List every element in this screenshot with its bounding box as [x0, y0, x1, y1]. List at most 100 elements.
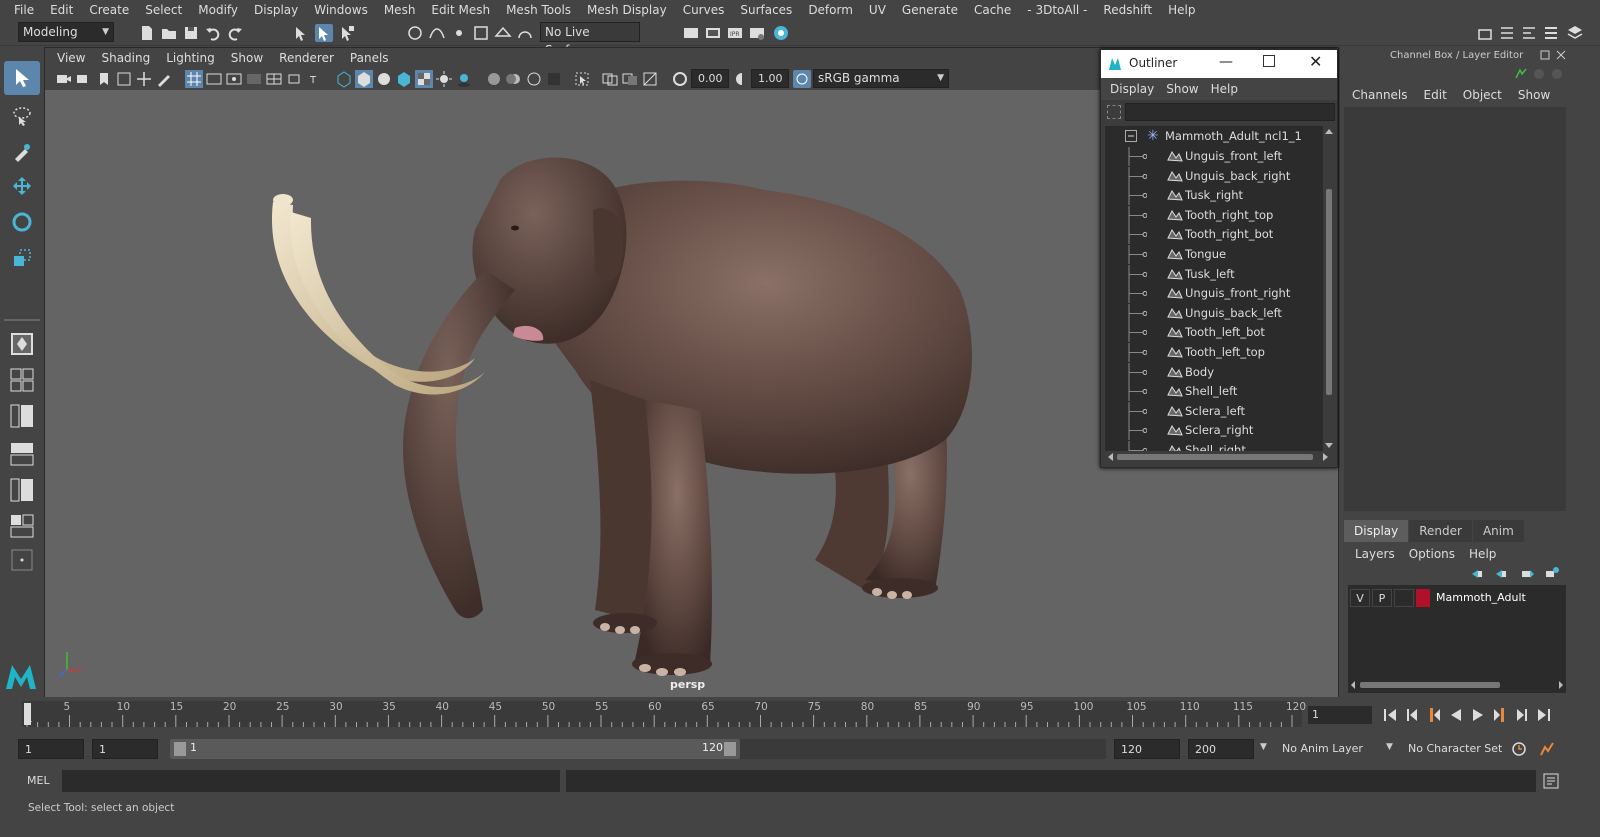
step-forward-frame-icon[interactable] [1512, 705, 1532, 725]
range-end-handle[interactable] [724, 742, 736, 756]
exposure-icon[interactable] [671, 70, 689, 88]
layer-row[interactable]: V P Mammoth_Adult [1348, 589, 1566, 607]
layer-name[interactable]: Mammoth_Adult [1432, 589, 1562, 607]
hypershade-icon[interactable] [772, 24, 790, 42]
wireframe-on-shaded-icon[interactable] [395, 70, 413, 88]
resolution-gate-icon[interactable] [225, 70, 243, 88]
go-to-end-icon[interactable] [1534, 705, 1554, 725]
film-gate-icon[interactable] [205, 70, 223, 88]
channel-box-menu-show[interactable]: Show [1510, 85, 1558, 105]
more-layouts-icon[interactable] [4, 543, 40, 577]
anim-layer-dropdown[interactable]: No Anim Layer [1276, 739, 1382, 759]
snap-grid-icon[interactable] [406, 24, 424, 42]
persp-uv-layout-icon[interactable] [4, 509, 40, 543]
character-set-dropdown[interactable]: No Character Set [1402, 739, 1508, 759]
range-slider[interactable]: 1 120 [170, 739, 740, 759]
outliner-root-item[interactable]: ✳ Mammoth_Adult_ncl1_1 [1105, 127, 1323, 146]
menu-create[interactable]: Create [81, 0, 137, 20]
outliner-item[interactable]: Unguis_back_right [1105, 166, 1323, 186]
rotate-tool-icon[interactable] [4, 205, 40, 239]
camera-select-icon[interactable] [55, 70, 73, 88]
menu-edit[interactable]: Edit [42, 0, 81, 20]
smooth-shade-icon[interactable] [355, 70, 373, 88]
snap-view-icon[interactable] [472, 24, 490, 42]
color-space-dropdown[interactable]: sRGB gamma ▼ [813, 69, 949, 88]
select-tool-icon[interactable] [4, 61, 40, 95]
outliner-item[interactable]: Tusk_right [1105, 186, 1323, 206]
current-time-marker[interactable] [24, 703, 31, 725]
attribute-editor-icon[interactable] [1498, 24, 1516, 42]
viewport-menu-shading[interactable]: Shading [93, 51, 158, 65]
xray-components-icon[interactable] [641, 70, 659, 88]
outliner-item[interactable]: Tongue [1105, 245, 1323, 264]
modeling-toolkit-icon[interactable] [1476, 24, 1494, 42]
snap-point-icon[interactable] [450, 24, 468, 42]
select-by-component-icon[interactable] [338, 24, 356, 42]
render-frame-icon[interactable] [704, 24, 722, 42]
undo-icon[interactable] [204, 24, 222, 42]
shadows-icon[interactable] [455, 70, 473, 88]
float-panel-icon[interactable] [1540, 50, 1550, 60]
menu-uv[interactable]: UV [861, 0, 894, 20]
open-scene-icon[interactable] [160, 24, 178, 42]
gamma-field[interactable]: 1.00 [751, 69, 789, 88]
layer-menu-options[interactable]: Options [1402, 544, 1462, 564]
channel-box-settings-icon[interactable] [1550, 67, 1564, 81]
outliner-item[interactable]: Tooth_left_bot [1105, 323, 1323, 343]
viewport-menu-renderer[interactable]: Renderer [271, 51, 342, 65]
scene-end-field[interactable]: 200 [1188, 739, 1254, 759]
camera-lock-icon[interactable] [75, 70, 93, 88]
outliner-item[interactable]: Unguis_front_left [1105, 147, 1323, 166]
outliner-filter-icon[interactable] [1107, 105, 1121, 119]
grid-toggle-icon[interactable] [185, 70, 203, 88]
persp-graph-layout-icon[interactable] [4, 437, 40, 471]
snap-curve-icon[interactable] [428, 24, 446, 42]
image-plane-icon[interactable] [115, 70, 133, 88]
render-settings-icon[interactable] [682, 24, 700, 42]
current-frame-field[interactable]: 1 [1308, 706, 1372, 724]
outliner-item[interactable]: Sclera_left [1105, 401, 1323, 421]
channel-box-filter-icon[interactable] [1514, 67, 1528, 81]
tool-settings-icon[interactable] [1520, 24, 1538, 42]
motion-blur-icon[interactable] [505, 70, 523, 88]
viewport-menu-lighting[interactable]: Lighting [158, 51, 223, 65]
layers-icon[interactable] [1566, 24, 1584, 42]
outliner-item[interactable]: Tooth_right_bot [1105, 225, 1323, 245]
maximize-icon[interactable] [1263, 55, 1275, 67]
playback-start-field[interactable]: 1 [92, 739, 158, 759]
bookmark-icon[interactable] [95, 70, 113, 88]
close-panel-icon[interactable] [1556, 50, 1566, 60]
redo-icon[interactable] [226, 24, 244, 42]
live-surface-field[interactable]: No Live Surface [540, 22, 640, 57]
outliner-item[interactable]: Tusk_left [1105, 264, 1323, 284]
minimize-icon[interactable]: — [1219, 54, 1233, 70]
layer-visibility-toggle[interactable]: V [1350, 589, 1370, 607]
viewport-menu-panels[interactable]: Panels [342, 51, 397, 65]
safe-title-icon[interactable]: T [305, 70, 323, 88]
outliner-menu-show[interactable]: Show [1160, 82, 1204, 96]
outliner-item[interactable]: Tooth_left_top [1105, 343, 1323, 362]
time-ruler[interactable]: 1510152025303540455055606570758085909510… [22, 701, 1306, 727]
layer-action-icons[interactable] [1468, 566, 1564, 582]
layer-menu-help[interactable]: Help [1462, 544, 1503, 564]
menu-display[interactable]: Display [246, 0, 306, 20]
outliner-item[interactable]: Shell_left [1105, 382, 1323, 402]
workspace-dropdown[interactable]: Modeling ▼ [18, 22, 114, 42]
outliner-item[interactable]: Sclera_right [1105, 421, 1323, 441]
xray-joints-icon[interactable] [621, 70, 639, 88]
menu-generate[interactable]: Generate [894, 0, 966, 20]
scale-tool-icon[interactable] [4, 241, 40, 275]
command-input[interactable] [62, 770, 560, 792]
outliner-item[interactable]: Unguis_back_left [1105, 303, 1323, 323]
menu-file[interactable]: File [6, 0, 42, 20]
range-start-handle[interactable] [174, 742, 186, 756]
menu-mesh-tools[interactable]: Mesh Tools [498, 0, 579, 20]
select-by-hierarchy-icon[interactable] [292, 24, 310, 42]
menu-select[interactable]: Select [137, 0, 190, 20]
go-to-start-icon[interactable] [1380, 705, 1400, 725]
exposure-field[interactable]: 0.00 [691, 69, 729, 88]
menu-help[interactable]: Help [1160, 0, 1203, 20]
persp-outliner-layout-icon[interactable] [4, 399, 40, 433]
outliner-menu-help[interactable]: Help [1205, 82, 1244, 96]
lasso-tool-icon[interactable] [4, 99, 40, 133]
